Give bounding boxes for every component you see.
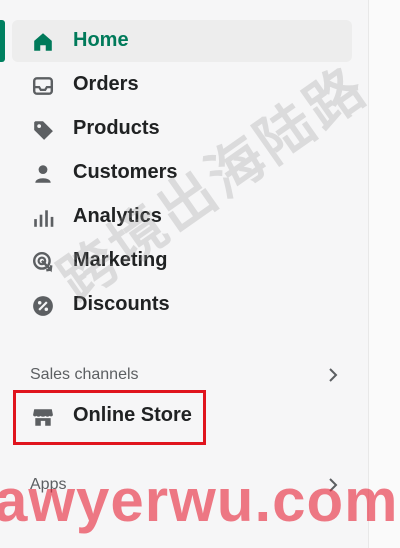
- section-label: Sales channels: [30, 366, 139, 383]
- sales-channels-header[interactable]: Sales channels: [30, 362, 340, 390]
- highlight-box: [13, 390, 206, 445]
- apps-header[interactable]: Apps: [30, 472, 340, 500]
- sidebar-item-products[interactable]: Products: [12, 108, 352, 150]
- sidebar-item-label: Analytics: [73, 205, 162, 227]
- person-icon: [35, 165, 51, 183]
- tag-icon: [34, 121, 53, 140]
- sidebar-item-label: Marketing: [73, 249, 168, 271]
- chevron-right-icon: [329, 368, 338, 382]
- chevron-right-icon: [329, 478, 338, 492]
- sidebar-item-discounts[interactable]: Discounts: [12, 284, 352, 326]
- sidebar-item-customers[interactable]: Customers: [12, 152, 352, 194]
- sidebar-item-label: Orders: [73, 73, 139, 95]
- sidebar-item-orders[interactable]: Orders: [12, 64, 352, 106]
- discount-icon: [33, 296, 53, 316]
- sidebar-item-marketing[interactable]: Marketing: [12, 240, 352, 282]
- inbox-icon: [32, 77, 54, 95]
- active-indicator: [0, 20, 5, 62]
- sidebar-item-analytics[interactable]: Analytics: [12, 196, 352, 238]
- bar-chart-icon: [34, 210, 54, 227]
- sidebar-nav: Home Orders Products Customers Analytics…: [0, 0, 368, 548]
- sidebar-item-label: Customers: [73, 161, 178, 183]
- main-content-edge: [368, 0, 400, 548]
- sidebar-item-home[interactable]: Home: [12, 20, 352, 62]
- home-icon: [34, 33, 52, 51]
- sidebar-item-label: Discounts: [73, 293, 170, 315]
- sidebar-item-label: Home: [73, 29, 129, 51]
- target-icon: [32, 251, 53, 273]
- sidebar-item-label: Products: [73, 117, 160, 139]
- section-label: Apps: [30, 476, 67, 493]
- page: Home Orders Products Customers Analytics…: [0, 0, 400, 548]
